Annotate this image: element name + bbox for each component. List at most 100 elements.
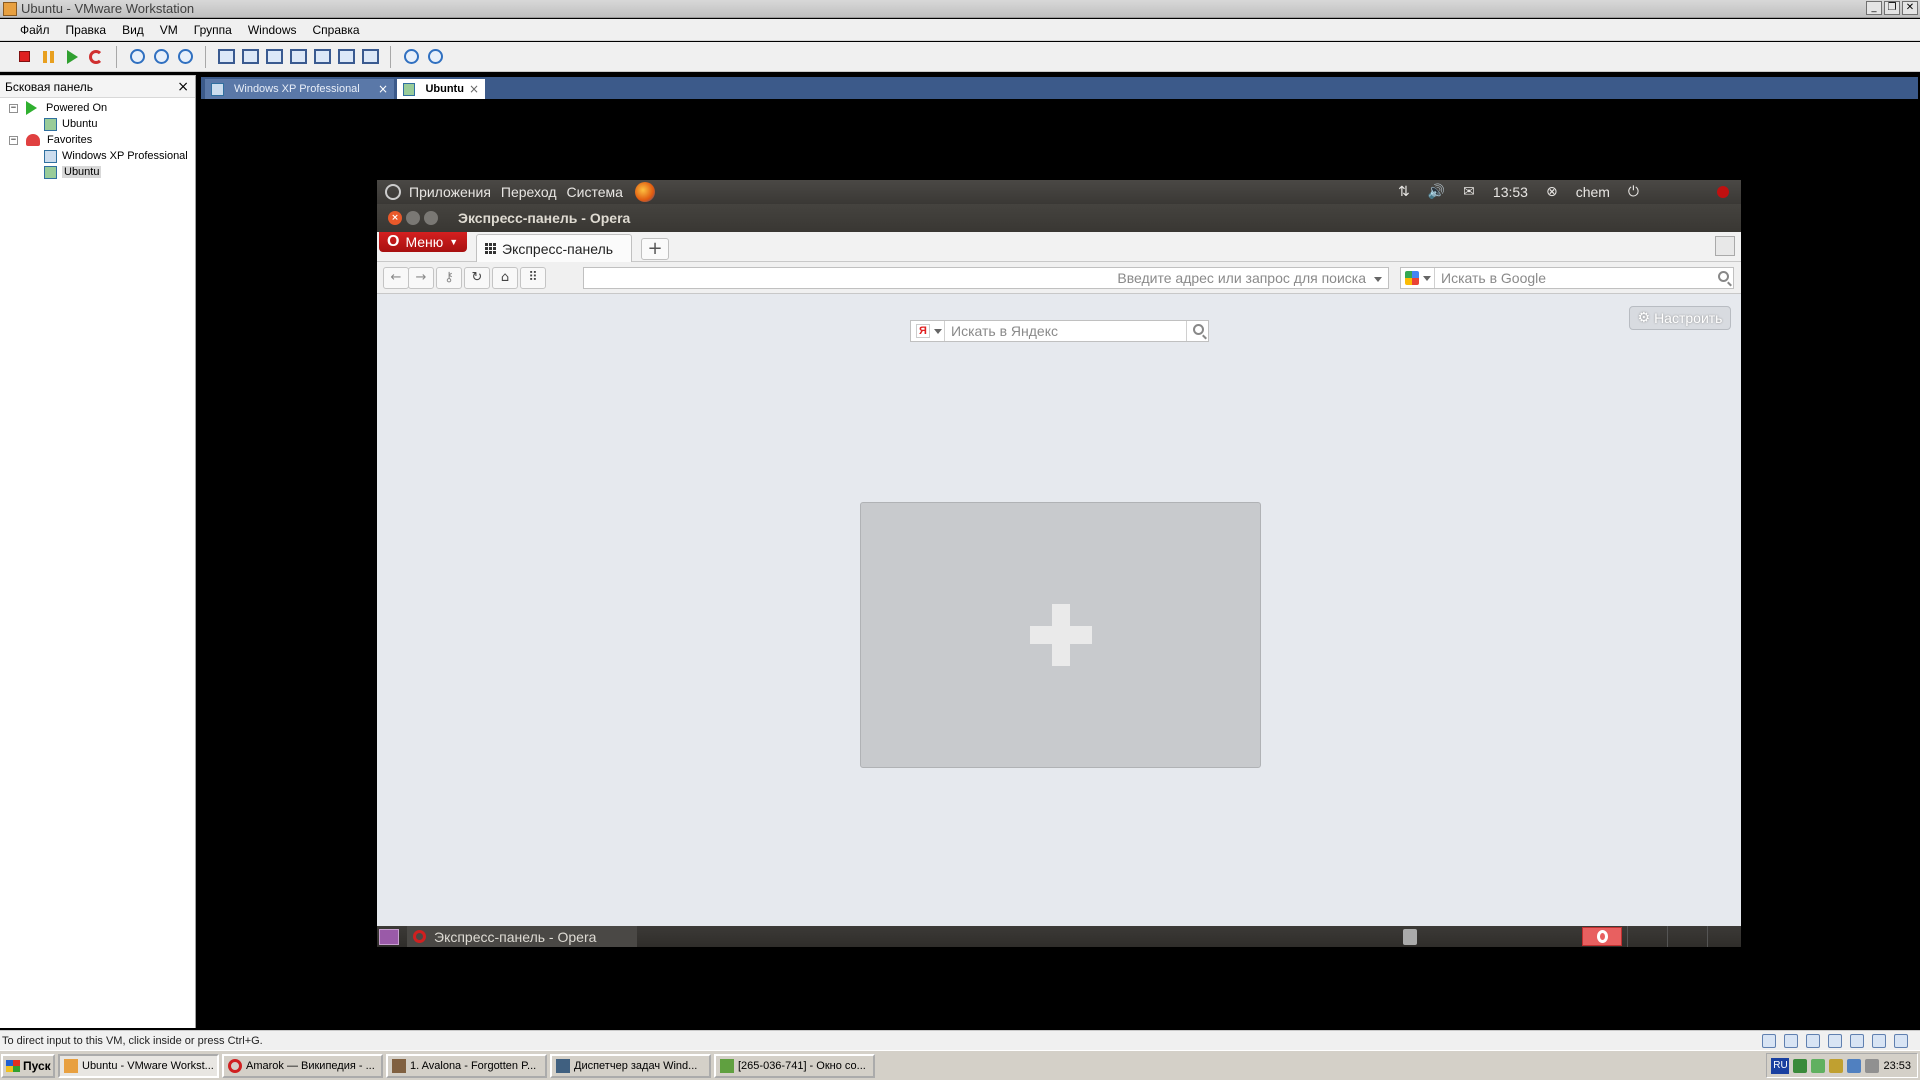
view-sidebar-icon[interactable]: [216, 47, 236, 67]
floppy-icon[interactable]: [1762, 1034, 1776, 1048]
opera-notification-icon[interactable]: [1582, 927, 1622, 946]
network-adapter-icon[interactable]: [1828, 1034, 1842, 1048]
yandex-icon[interactable]: Я: [916, 324, 930, 338]
full-screen-icon[interactable]: [240, 47, 260, 67]
tree-item-ubuntu-favorite[interactable]: Ubuntu: [0, 164, 195, 180]
opera-menu-button[interactable]: O Меню ▼: [379, 232, 467, 252]
speed-dial-add-tile[interactable]: [860, 502, 1261, 768]
ubuntu-logo-icon[interactable]: [385, 184, 401, 200]
menu-places[interactable]: Переход: [501, 184, 557, 200]
show-desktop-icon[interactable]: [379, 928, 399, 945]
tray-volume-icon[interactable]: [1847, 1058, 1862, 1073]
network-icon[interactable]: ⇅: [1398, 184, 1410, 200]
close-window-button[interactable]: ✕: [1902, 1, 1918, 15]
menu-applications[interactable]: Приложения: [409, 184, 491, 200]
taskbar-item-remote-session[interactable]: [265-036-741] - Окно со...: [714, 1053, 875, 1078]
yandex-search-input[interactable]: Я Искать в Яндекс: [910, 320, 1209, 342]
sidebar-close-icon[interactable]: ×: [177, 79, 189, 95]
tab-ubuntu[interactable]: Ubuntu ×: [397, 79, 485, 99]
reset-icon[interactable]: [86, 47, 106, 67]
window-maximize-button[interactable]: [424, 211, 438, 225]
sound-card-icon[interactable]: [1872, 1034, 1886, 1048]
tray-network-icon[interactable]: [1811, 1058, 1826, 1073]
tab-menu-icon[interactable]: [1715, 236, 1735, 256]
google-icon[interactable]: [1405, 271, 1419, 285]
usb-icon[interactable]: [1850, 1034, 1864, 1048]
search-icon[interactable]: [1718, 271, 1729, 282]
firefox-launcher-icon[interactable]: [634, 182, 655, 202]
tray-app-icon[interactable]: [1793, 1058, 1808, 1073]
tray-antivirus-icon[interactable]: [1829, 1058, 1844, 1073]
harddisk-icon[interactable]: [1806, 1034, 1820, 1048]
taskbar-opera-window[interactable]: Экспресс-панель - Opera: [407, 926, 637, 947]
new-tab-button[interactable]: +: [641, 238, 669, 260]
taskbar-item-vmware[interactable]: Ubuntu - VMware Workst...: [58, 1053, 219, 1078]
search-icon[interactable]: [1193, 324, 1204, 335]
message-log-icon[interactable]: [1894, 1034, 1908, 1048]
snapshot-icon[interactable]: [127, 47, 147, 67]
thumbnail-icon[interactable]: [360, 47, 380, 67]
ubuntu-desktop[interactable]: Приложения Переход Система ⇅ 🔊 ✉ 13:53 ⊗…: [377, 180, 1741, 947]
tab-speed-dial[interactable]: Экспресс-панель: [476, 234, 632, 262]
power-on-icon[interactable]: [62, 47, 82, 67]
menu-system[interactable]: Система: [567, 184, 623, 200]
console-icon[interactable]: [336, 47, 356, 67]
tree-item-ubuntu[interactable]: Ubuntu: [0, 116, 195, 132]
trash-icon[interactable]: [1403, 929, 1417, 945]
start-button[interactable]: Пуск: [1, 1053, 55, 1078]
chevron-down-icon[interactable]: [1374, 277, 1382, 282]
panel-clock[interactable]: 13:53: [1493, 184, 1528, 200]
suspend-icon[interactable]: [38, 47, 58, 67]
workspace-2[interactable]: [1667, 926, 1707, 947]
google-search-input[interactable]: Искать в Google: [1400, 267, 1734, 289]
speed-dial-icon[interactable]: ⠿: [520, 267, 546, 289]
home-icon[interactable]: ⌂: [492, 267, 518, 289]
power-icon[interactable]: ⏻: [1628, 184, 1639, 200]
window-minimize-button[interactable]: [406, 211, 420, 225]
language-indicator[interactable]: RU: [1771, 1057, 1790, 1074]
quick-switch-icon[interactable]: [264, 47, 284, 67]
workspace-1[interactable]: [1627, 926, 1667, 947]
revert-snapshot-icon[interactable]: [151, 47, 171, 67]
taskbar-clock[interactable]: 23:53: [1883, 1060, 1911, 1072]
restore-button[interactable]: ❐: [1884, 1, 1900, 15]
taskbar-item-opera[interactable]: Amarok — Википедия - ...: [222, 1053, 383, 1078]
tab-windows-xp[interactable]: Windows XP Professional ×: [205, 79, 394, 99]
menu-file[interactable]: Файл: [12, 23, 58, 37]
mail-icon[interactable]: ✉: [1463, 184, 1475, 200]
taskbar-item-task-manager[interactable]: Диспетчер задач Wind...: [550, 1053, 711, 1078]
key-icon[interactable]: ⚷: [436, 267, 462, 289]
configure-button[interactable]: ⚙ Настроить: [1629, 306, 1731, 330]
taskbar-item-player[interactable]: 1. Avalona - Forgotten P...: [386, 1053, 547, 1078]
tree-group-favorites[interactable]: − Favorites: [0, 132, 195, 148]
devices-icon[interactable]: [425, 47, 445, 67]
chevron-down-icon[interactable]: [934, 329, 942, 334]
minimize-button[interactable]: _: [1866, 1, 1882, 15]
back-icon[interactable]: ←: [383, 267, 409, 289]
settings-icon[interactable]: [401, 47, 421, 67]
reload-icon[interactable]: ↻: [464, 267, 490, 289]
menu-windows[interactable]: Windows: [240, 23, 305, 37]
collapse-toggle-icon[interactable]: −: [9, 135, 18, 145]
menu-view[interactable]: Вид: [114, 23, 152, 37]
collapse-toggle-icon[interactable]: −: [9, 103, 18, 113]
tree-group-powered-on[interactable]: − Powered On: [0, 100, 195, 116]
snapshot-manager-icon[interactable]: [175, 47, 195, 67]
chevron-down-icon[interactable]: [1423, 276, 1431, 281]
menu-vm[interactable]: VM: [152, 23, 186, 37]
close-tab-icon[interactable]: ×: [469, 82, 479, 96]
unity-icon[interactable]: [288, 47, 308, 67]
alert-icon[interactable]: [1717, 186, 1729, 198]
workspace-3[interactable]: [1707, 926, 1741, 947]
forward-icon[interactable]: →: [408, 267, 434, 289]
menu-group[interactable]: Группа: [186, 23, 240, 37]
close-tab-icon[interactable]: ×: [378, 82, 388, 96]
menu-edit[interactable]: Правка: [58, 23, 115, 37]
cdrom-icon[interactable]: [1784, 1034, 1798, 1048]
menu-help[interactable]: Справка: [305, 23, 368, 37]
summary-icon[interactable]: [312, 47, 332, 67]
panel-username[interactable]: chem: [1576, 184, 1610, 200]
power-off-icon[interactable]: [14, 47, 34, 67]
window-close-button[interactable]: ×: [388, 211, 402, 225]
volume-icon[interactable]: 🔊: [1428, 184, 1445, 200]
